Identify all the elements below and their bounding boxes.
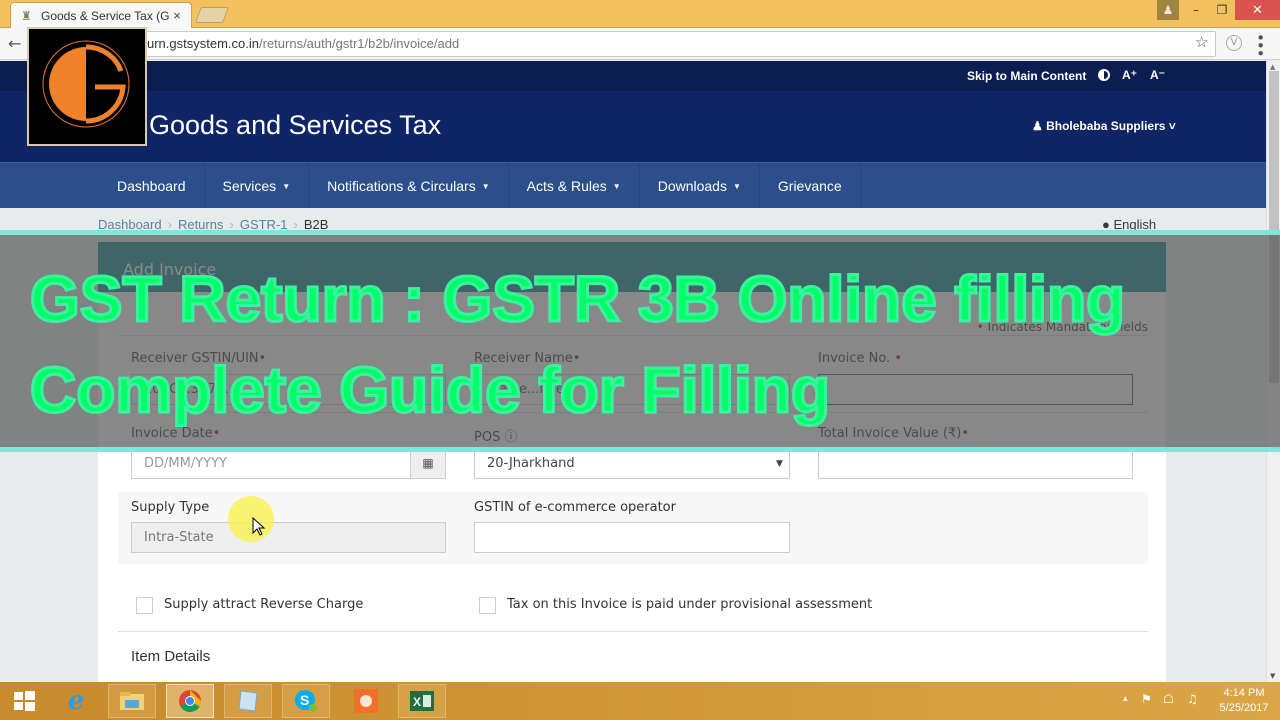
supply-type-input: Intra-State <box>131 522 446 553</box>
chrome-icon <box>179 690 201 712</box>
cursor-highlight <box>228 496 274 542</box>
skype-icon: S <box>295 690 317 712</box>
maximize-button[interactable]: ❐ <box>1209 0 1235 20</box>
folder-icon <box>120 692 144 710</box>
main-nav: Dashboard Services ▼ Notifications & Circul… <box>0 162 1266 209</box>
url-path: /returns/auth/gstr1/b2b/invoice/add <box>259 36 460 51</box>
action-center-flag-icon[interactable]: ⚑ <box>1141 692 1152 706</box>
mouse-pointer-icon <box>252 517 266 536</box>
nav-item-label: Downloads <box>657 178 727 194</box>
network-icon[interactable]: ☖ <box>1163 692 1174 706</box>
screen: ♜ Goods & Service Tax (GS × ♟ – ❐ ✕ ← ur… <box>0 0 1280 720</box>
ecommerce-gstin-label: GSTIN of e-commerce operator <box>474 500 676 515</box>
font-increase-button[interactable]: A⁺ <box>1122 68 1137 82</box>
tab-close-icon[interactable]: × <box>169 8 185 23</box>
nav-item-label: Acts & Rules <box>526 178 607 194</box>
screen-recorder-icon <box>354 689 378 713</box>
contrast-toggle-icon[interactable] <box>1098 69 1110 81</box>
provisional-assessment-checkbox[interactable] <box>479 597 496 614</box>
clock-time: 4:14 PM <box>1223 687 1265 699</box>
nav-item-grievance[interactable]: Grievance <box>760 163 861 209</box>
site-header: Goods and Services Tax ♟ Bholebaba Suppl… <box>0 91 1266 162</box>
start-button[interactable] <box>0 684 48 718</box>
excel-icon: X <box>410 691 434 711</box>
select-caret-icon: ▼ <box>776 459 783 469</box>
browser-tabstrip: ♜ Goods & Service Tax (GS × ♟ – ❐ ✕ <box>0 0 1280 28</box>
user-menu-dropdown[interactable]: ♟ Bholebaba Suppliers ˅ <box>1032 119 1176 133</box>
system-clock[interactable]: 4:14 PM 5/25/2017 <box>1214 686 1274 716</box>
back-arrow-icon[interactable]: ← <box>8 34 21 53</box>
nav-item-label: Grievance <box>777 178 842 194</box>
channel-logo <box>27 27 147 146</box>
bookmark-star-icon[interactable]: ☆ <box>1195 33 1208 51</box>
divider <box>118 631 1148 632</box>
video-title-overlay: GST Return : GSTR 3B Online filling Comp… <box>0 230 1280 452</box>
profile-icon[interactable]: ♟ <box>1157 0 1179 20</box>
caret-down-icon: ▼ <box>612 181 621 191</box>
taskbar-screen-recorder[interactable] <box>342 684 390 718</box>
windows-taskbar: e S X <box>0 682 1280 720</box>
caret-down-icon: ▼ <box>481 181 490 191</box>
nav-item-dashboard[interactable]: Dashboard <box>99 163 205 209</box>
reverse-charge-label: Supply attract Reverse Charge <box>164 597 364 612</box>
taskbar-file-explorer[interactable] <box>108 684 156 718</box>
g-logo-icon <box>42 40 130 128</box>
nav-item-downloads[interactable]: Downloads ▼ <box>640 163 760 209</box>
nav-item-services[interactable]: Services ▼ <box>205 163 310 209</box>
browser-menu-icon[interactable]: ••• <box>1251 33 1269 57</box>
scroll-down-arrow-icon[interactable]: ▼ <box>1270 672 1275 680</box>
reverse-charge-checkbox[interactable] <box>136 597 153 614</box>
nav-item-label: Services <box>222 178 277 194</box>
nav-item-acts-rules[interactable]: Acts & Rules ▼ <box>509 163 640 209</box>
calendar-icon[interactable]: ▦ <box>410 448 446 479</box>
scroll-up-arrow-icon[interactable]: ▲ <box>1270 63 1275 71</box>
tray-expand-icon[interactable]: ▴ <box>1123 694 1128 704</box>
new-tab-button[interactable] <box>195 7 229 23</box>
taskbar-internet-explorer[interactable]: e <box>52 684 100 718</box>
taskbar-chrome[interactable] <box>166 684 214 718</box>
overlay-title-line-1: GST Return : GSTR 3B Online filling <box>28 262 1126 337</box>
svg-text:S: S <box>300 692 309 708</box>
nav-item-notifications-circulars[interactable]: Notifications & Circulars ▼ <box>309 163 509 209</box>
volume-icon[interactable]: ♫ <box>1187 692 1198 706</box>
url-host: urn.gstsystem.co.in <box>147 36 259 51</box>
taskbar-skype[interactable]: S <box>282 684 330 718</box>
emblem-favicon-icon: ♜ <box>21 8 32 23</box>
skip-to-main-link[interactable]: Skip to Main Content <box>967 69 1086 83</box>
windows-logo-icon <box>14 691 35 711</box>
supply-type-label: Supply Type <box>131 500 210 515</box>
taskbar-excel[interactable]: X <box>398 684 446 718</box>
close-window-button[interactable]: ✕ <box>1235 0 1280 20</box>
overlay-title-line-2: Complete Guide for Filling <box>29 353 832 428</box>
accessibility-bar: Skip to Main Content A⁺ A⁻ <box>0 61 1266 91</box>
extension-icon[interactable]: V <box>1226 35 1242 51</box>
tab-title: Goods & Service Tax (GS <box>41 8 169 23</box>
address-bar[interactable]: urn.gstsystem.co.in/returns/auth/gstr1/b… <box>30 31 1216 57</box>
ecommerce-gstin-input[interactable] <box>474 522 790 553</box>
item-details-heading: Item Details <box>131 648 211 665</box>
provisional-assessment-label: Tax on this Invoice is paid under provis… <box>507 597 873 612</box>
font-decrease-button[interactable]: A⁻ <box>1150 68 1165 82</box>
browser-tab[interactable]: ♜ Goods & Service Tax (GS × <box>10 2 192 28</box>
pos-select[interactable]: 20-Jharkhand <box>474 448 790 479</box>
minimize-button[interactable]: – <box>1183 0 1209 20</box>
invoice-date-input[interactable]: DD/MM/YYYY <box>131 448 411 479</box>
nav-item-label: Dashboard <box>117 178 186 194</box>
clock-date: 5/25/2017 <box>1219 702 1269 714</box>
internet-explorer-icon: e <box>67 686 85 716</box>
caret-down-icon: ▼ <box>282 181 291 191</box>
svg-text:X: X <box>413 695 421 709</box>
site-title: Goods and Services Tax <box>149 110 442 140</box>
caret-down-icon: ▼ <box>732 181 741 191</box>
browser-toolbar: ← urn.gstsystem.co.in/returns/auth/gstr1… <box>0 28 1280 60</box>
nav-item-label: Notifications & Circulars <box>327 178 476 194</box>
notepad-icon <box>238 690 258 712</box>
pos-selected-value: 20-Jharkhand <box>487 456 575 471</box>
taskbar-notepad[interactable] <box>224 684 272 718</box>
total-invoice-value-input[interactable] <box>818 448 1133 479</box>
